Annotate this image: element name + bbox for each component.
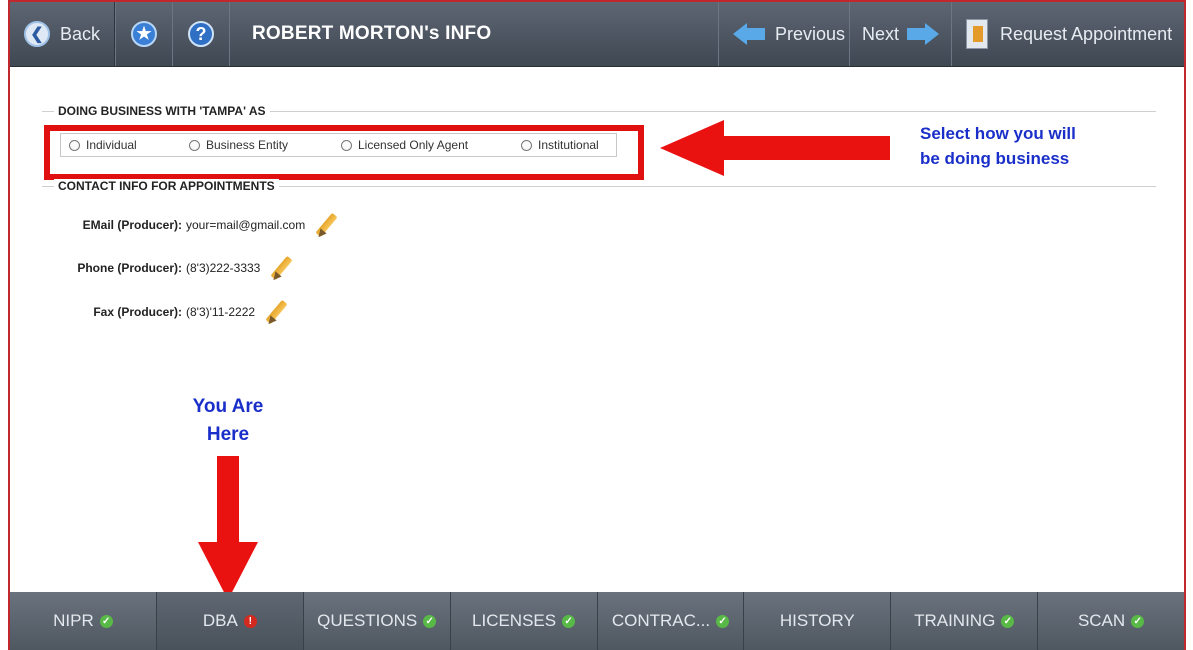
- favorite-button[interactable]: ★: [115, 2, 173, 66]
- request-appointment-button[interactable]: Request Appointment: [951, 2, 1185, 66]
- phone-value: (8'3)222-3333: [186, 261, 261, 275]
- radio-label: Business Entity: [206, 138, 289, 152]
- warning-icon: !: [243, 614, 257, 628]
- dba-heading: DOING BUSINESS WITH 'TAMPA' AS: [54, 104, 270, 118]
- annotation-select-text: Select how you will be doing business: [920, 121, 1076, 171]
- tab-label: NIPR: [53, 611, 94, 630]
- edit-pencil-icon[interactable]: [313, 212, 339, 238]
- top-toolbar: ❮ Back ★ ? ROBERT MORTON's INFO Previous…: [10, 2, 1184, 67]
- previous-arrow-icon: [733, 23, 765, 45]
- tab-history[interactable]: HISTORY: [744, 592, 892, 650]
- contact-heading: CONTACT INFO FOR APPOINTMENTS: [54, 179, 279, 193]
- radio-business-entity[interactable]: Business Entity: [189, 138, 341, 152]
- check-icon: ✓: [562, 614, 576, 628]
- check-icon: ✓: [1131, 614, 1145, 628]
- tab-label: SCAN: [1077, 611, 1126, 630]
- check-icon: ✓: [99, 614, 113, 628]
- previous-label: Previous: [775, 23, 846, 44]
- check-icon: ✓: [716, 614, 730, 628]
- dba-radio-group: Individual Business Entity Licensed Only…: [60, 133, 617, 157]
- radio-label: Individual: [86, 138, 137, 152]
- tab-licenses[interactable]: LICENSES ✓: [450, 592, 598, 650]
- tab-label: DBA: [202, 611, 238, 630]
- tab-training[interactable]: TRAINING ✓: [891, 592, 1039, 650]
- annotation-here-line2: Here: [206, 424, 250, 445]
- app-frame: [8, 0, 1186, 650]
- page-title-area: ROBERT MORTON's INFO: [229, 2, 719, 66]
- fax-value: (8'3)'11-2222: [186, 305, 256, 319]
- tab-dba[interactable]: DBA!: [156, 592, 304, 650]
- help-button[interactable]: ?: [172, 2, 230, 66]
- radio-label: Licensed Only Agent: [358, 138, 469, 152]
- annotation-here-text: You Are Here: [176, 393, 280, 449]
- edit-pencil-icon[interactable]: [263, 299, 289, 325]
- annotation-select-line2: be doing business: [920, 149, 1070, 168]
- contact-email-row: EMail (Producer): your=mail@gmail.com: [60, 212, 339, 238]
- radio-label: Institutional: [538, 138, 599, 152]
- fax-label: Fax (Producer):: [93, 305, 182, 319]
- back-button[interactable]: ❮ Back: [10, 2, 115, 66]
- annotation-select-line1: Select how you will: [920, 124, 1076, 143]
- check-icon: ✓: [1001, 614, 1015, 628]
- radio-individual[interactable]: Individual: [69, 138, 189, 152]
- radio-circle[interactable]: [69, 139, 80, 151]
- request-appointment-label: Request Appointment: [1000, 23, 1173, 44]
- phone-label: Phone (Producer):: [77, 261, 182, 275]
- radio-circle[interactable]: [189, 139, 200, 151]
- tab-label: CONTRAC...: [611, 611, 711, 630]
- check-icon: ✓: [423, 614, 437, 628]
- help-icon: ?: [188, 21, 214, 47]
- radio-circle[interactable]: [341, 139, 352, 151]
- contact-fax-row: Fax (Producer): (8'3)'11-2222: [60, 299, 289, 325]
- contact-phone-row: Phone (Producer): (8'3)222-3333: [60, 255, 294, 281]
- tab-contracts[interactable]: CONTRAC... ✓: [597, 592, 745, 650]
- tab-label: TRAINING: [914, 611, 996, 630]
- tab-label: LICENSES: [472, 611, 557, 630]
- tab-label: QUESTIONS: [317, 611, 418, 630]
- previous-button[interactable]: Previous: [718, 2, 850, 66]
- next-label: Next: [862, 23, 900, 44]
- email-value: your=mail@gmail.com: [186, 218, 306, 232]
- page-title: ROBERT MORTON's INFO: [252, 23, 492, 44]
- radio-institutional[interactable]: Institutional: [521, 138, 616, 152]
- next-button[interactable]: Next: [849, 2, 952, 66]
- tab-nipr[interactable]: NIPR ✓: [10, 592, 157, 650]
- tab-scan[interactable]: SCAN ✓: [1038, 592, 1184, 650]
- edit-pencil-icon[interactable]: [268, 255, 294, 281]
- next-arrow-icon: [907, 23, 940, 45]
- back-arrow-icon: ❮: [24, 21, 50, 47]
- star-icon: ★: [131, 21, 157, 47]
- tab-questions[interactable]: QUESTIONS ✓: [303, 592, 451, 650]
- radio-circle[interactable]: [521, 139, 532, 151]
- bottom-tab-bar: NIPR ✓ DBA! QUESTIONS ✓ LICENSES ✓ CONTRAC.…: [10, 592, 1184, 650]
- annotation-left-arrow: [660, 120, 900, 176]
- tab-label: HISTORY: [779, 611, 855, 630]
- annotation-down-arrow: [198, 456, 258, 601]
- document-icon: [966, 19, 988, 49]
- back-label: Back: [60, 23, 101, 44]
- radio-licensed-only-agent[interactable]: Licensed Only Agent: [341, 138, 521, 152]
- annotation-here-line1: You Are: [192, 396, 264, 417]
- email-label: EMail (Producer):: [82, 218, 182, 232]
